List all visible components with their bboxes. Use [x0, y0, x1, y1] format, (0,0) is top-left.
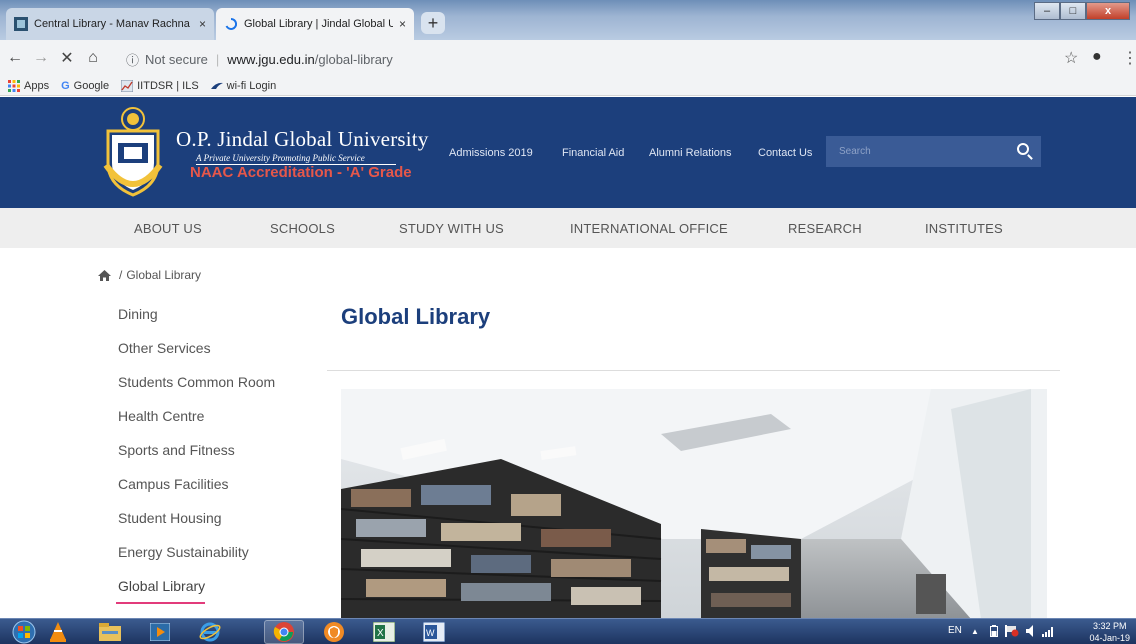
- nav-about-us[interactable]: ABOUT US: [134, 221, 202, 236]
- maximize-button[interactable]: □: [1060, 2, 1086, 20]
- security-label: Not secure: [145, 51, 208, 67]
- word-icon[interactable]: W: [414, 620, 454, 644]
- stop-button[interactable]: ✕: [56, 48, 78, 68]
- forward-button[interactable]: →: [30, 49, 52, 67]
- link-financial-aid[interactable]: Financial Aid: [562, 147, 624, 159]
- google-icon: G: [61, 79, 70, 92]
- address-toolbar: ← → ✕ ⌂ ⓘ Not secure | www.jgu.edu.in /g…: [0, 40, 1136, 76]
- close-tab-icon[interactable]: ×: [399, 17, 406, 31]
- home-button[interactable]: ⌂: [82, 49, 104, 67]
- browser-tab-strip: Central Library - Manav Rachna Vi × Glob…: [0, 0, 1136, 40]
- bookmark-star-icon[interactable]: ☆: [1064, 48, 1078, 68]
- sidebar-item-energy-sustainability[interactable]: Energy Sustainability: [118, 544, 249, 560]
- nav-institutes[interactable]: INSTITUTES: [925, 221, 1003, 236]
- url-bar[interactable]: ⓘ Not secure | www.jgu.edu.in /global-li…: [126, 46, 1056, 72]
- clock-time: 3:32 PM: [1092, 621, 1127, 631]
- page-title: Global Library: [341, 304, 491, 329]
- nav-schools[interactable]: SCHOOLS: [270, 221, 335, 236]
- bookmark-label: Google: [73, 79, 110, 92]
- link-contact-us[interactable]: Contact Us: [758, 147, 812, 159]
- url-domain: www.jgu.edu.in: [227, 51, 315, 67]
- university-crest-logo[interactable]: [102, 105, 164, 197]
- bookmark-google[interactable]: G Google: [61, 80, 109, 92]
- sidebar-item-student-housing[interactable]: Student Housing: [118, 510, 222, 526]
- info-icon[interactable]: ⓘ: [126, 50, 139, 69]
- nav-study-with-us[interactable]: STUDY WITH US: [399, 221, 504, 236]
- nav-international-office[interactable]: INTERNATIONAL OFFICE: [570, 221, 728, 236]
- loading-spinner-icon: [225, 17, 238, 30]
- sidebar-item-other-services[interactable]: Other Services: [118, 340, 211, 356]
- tab-global-library[interactable]: Global Library | Jindal Global Uni ×: [216, 8, 414, 40]
- link-alumni-relations[interactable]: Alumni Relations: [649, 147, 732, 159]
- profile-icon[interactable]: ●: [1092, 48, 1102, 66]
- sidebar-item-health-centre[interactable]: Health Centre: [118, 408, 204, 424]
- bookmarks-bar: Apps G Google IITDSR | ILS wi-fi Login: [0, 76, 1136, 96]
- back-button[interactable]: ←: [4, 49, 26, 67]
- tab-title: Central Library - Manav Rachna Vi: [34, 18, 193, 30]
- bookmark-apps[interactable]: Apps: [8, 79, 50, 92]
- volume-icon[interactable]: [1026, 625, 1034, 640]
- shield-app-icon[interactable]: [314, 620, 354, 644]
- library-favicon: [14, 17, 28, 31]
- breadcrumb-current: Global Library: [126, 268, 202, 282]
- sidebar-item-students-common-room[interactable]: Students Common Room: [118, 374, 275, 390]
- search-icon[interactable]: [1017, 143, 1029, 155]
- close-tab-icon[interactable]: ×: [199, 17, 206, 31]
- clock-date: 04-Jan-19: [1089, 633, 1130, 643]
- bookmark-label: IITDSR | ILS: [137, 79, 199, 92]
- bookmark-iitdsr[interactable]: IITDSR | ILS: [121, 79, 199, 92]
- svg-text:W: W: [426, 628, 435, 638]
- home-icon[interactable]: [98, 269, 111, 281]
- system-clock[interactable]: 3:32 PM 04-Jan-19: [1089, 620, 1130, 644]
- windows-taskbar: X W EN ▲ 3:32 PM 04-Jan-19: [0, 618, 1136, 644]
- svg-text:X: X: [377, 628, 384, 639]
- chrome-icon[interactable]: [264, 620, 304, 644]
- sidebar-item-sports-and-fitness[interactable]: Sports and Fitness: [118, 442, 235, 458]
- apps-grid-icon: [8, 79, 20, 92]
- tab-central-library[interactable]: Central Library - Manav Rachna Vi ×: [6, 8, 214, 40]
- internet-explorer-icon[interactable]: [190, 620, 230, 644]
- sidebar-item-dining[interactable]: Dining: [118, 306, 158, 322]
- menu-icon[interactable]: ⋮: [1122, 48, 1136, 68]
- url-separator: |: [215, 51, 220, 67]
- battery-icon[interactable]: [990, 625, 998, 640]
- tab-title: Global Library | Jindal Global Uni: [244, 18, 393, 30]
- library-photo: [341, 389, 1047, 619]
- media-player-icon[interactable]: [140, 620, 180, 644]
- site-search-input[interactable]: Search: [826, 136, 1041, 167]
- action-center-flag-icon[interactable]: [1005, 625, 1019, 640]
- bookmark-label: wi-fi Login: [226, 79, 277, 92]
- excel-icon[interactable]: X: [364, 620, 404, 644]
- network-signal-icon[interactable]: [1042, 625, 1056, 640]
- main-navigation: ABOUT US SCHOOLS STUDY WITH US INTERNATI…: [0, 208, 1136, 248]
- minimize-button[interactable]: –: [1034, 2, 1060, 20]
- nav-research[interactable]: RESEARCH: [788, 221, 862, 236]
- bird-icon: [210, 82, 223, 89]
- title-divider: [327, 370, 1060, 371]
- chart-icon: [121, 79, 134, 92]
- active-item-underline: [116, 602, 205, 604]
- vlc-icon[interactable]: [38, 620, 78, 644]
- bookmark-wifi-login[interactable]: wi-fi Login: [210, 79, 277, 92]
- language-indicator[interactable]: EN: [948, 625, 962, 636]
- link-admissions[interactable]: Admissions 2019: [449, 147, 533, 159]
- site-header: O.P. Jindal Global University A Private …: [0, 97, 1136, 208]
- sidebar-item-campus-facilities[interactable]: Campus Facilities: [118, 476, 228, 492]
- breadcrumb: / Global Library: [98, 268, 201, 282]
- url-path: /global-library: [314, 51, 393, 67]
- breadcrumb-separator: /: [119, 268, 123, 282]
- close-window-button[interactable]: x: [1086, 2, 1130, 20]
- sidebar-item-global-library[interactable]: Global Library: [118, 578, 205, 594]
- university-name[interactable]: O.P. Jindal Global University: [176, 127, 429, 152]
- show-hidden-icons-button[interactable]: ▲: [971, 627, 979, 636]
- file-explorer-icon[interactable]: [90, 620, 130, 644]
- search-placeholder: Search: [839, 146, 871, 157]
- new-tab-button[interactable]: +: [421, 12, 445, 34]
- bookmark-label: Apps: [24, 79, 50, 92]
- naac-accreditation: NAAC Accreditation - 'A' Grade: [190, 164, 412, 181]
- screen: Central Library - Manav Rachna Vi × Glob…: [0, 0, 1136, 644]
- window-controls: – □ x: [1034, 2, 1130, 20]
